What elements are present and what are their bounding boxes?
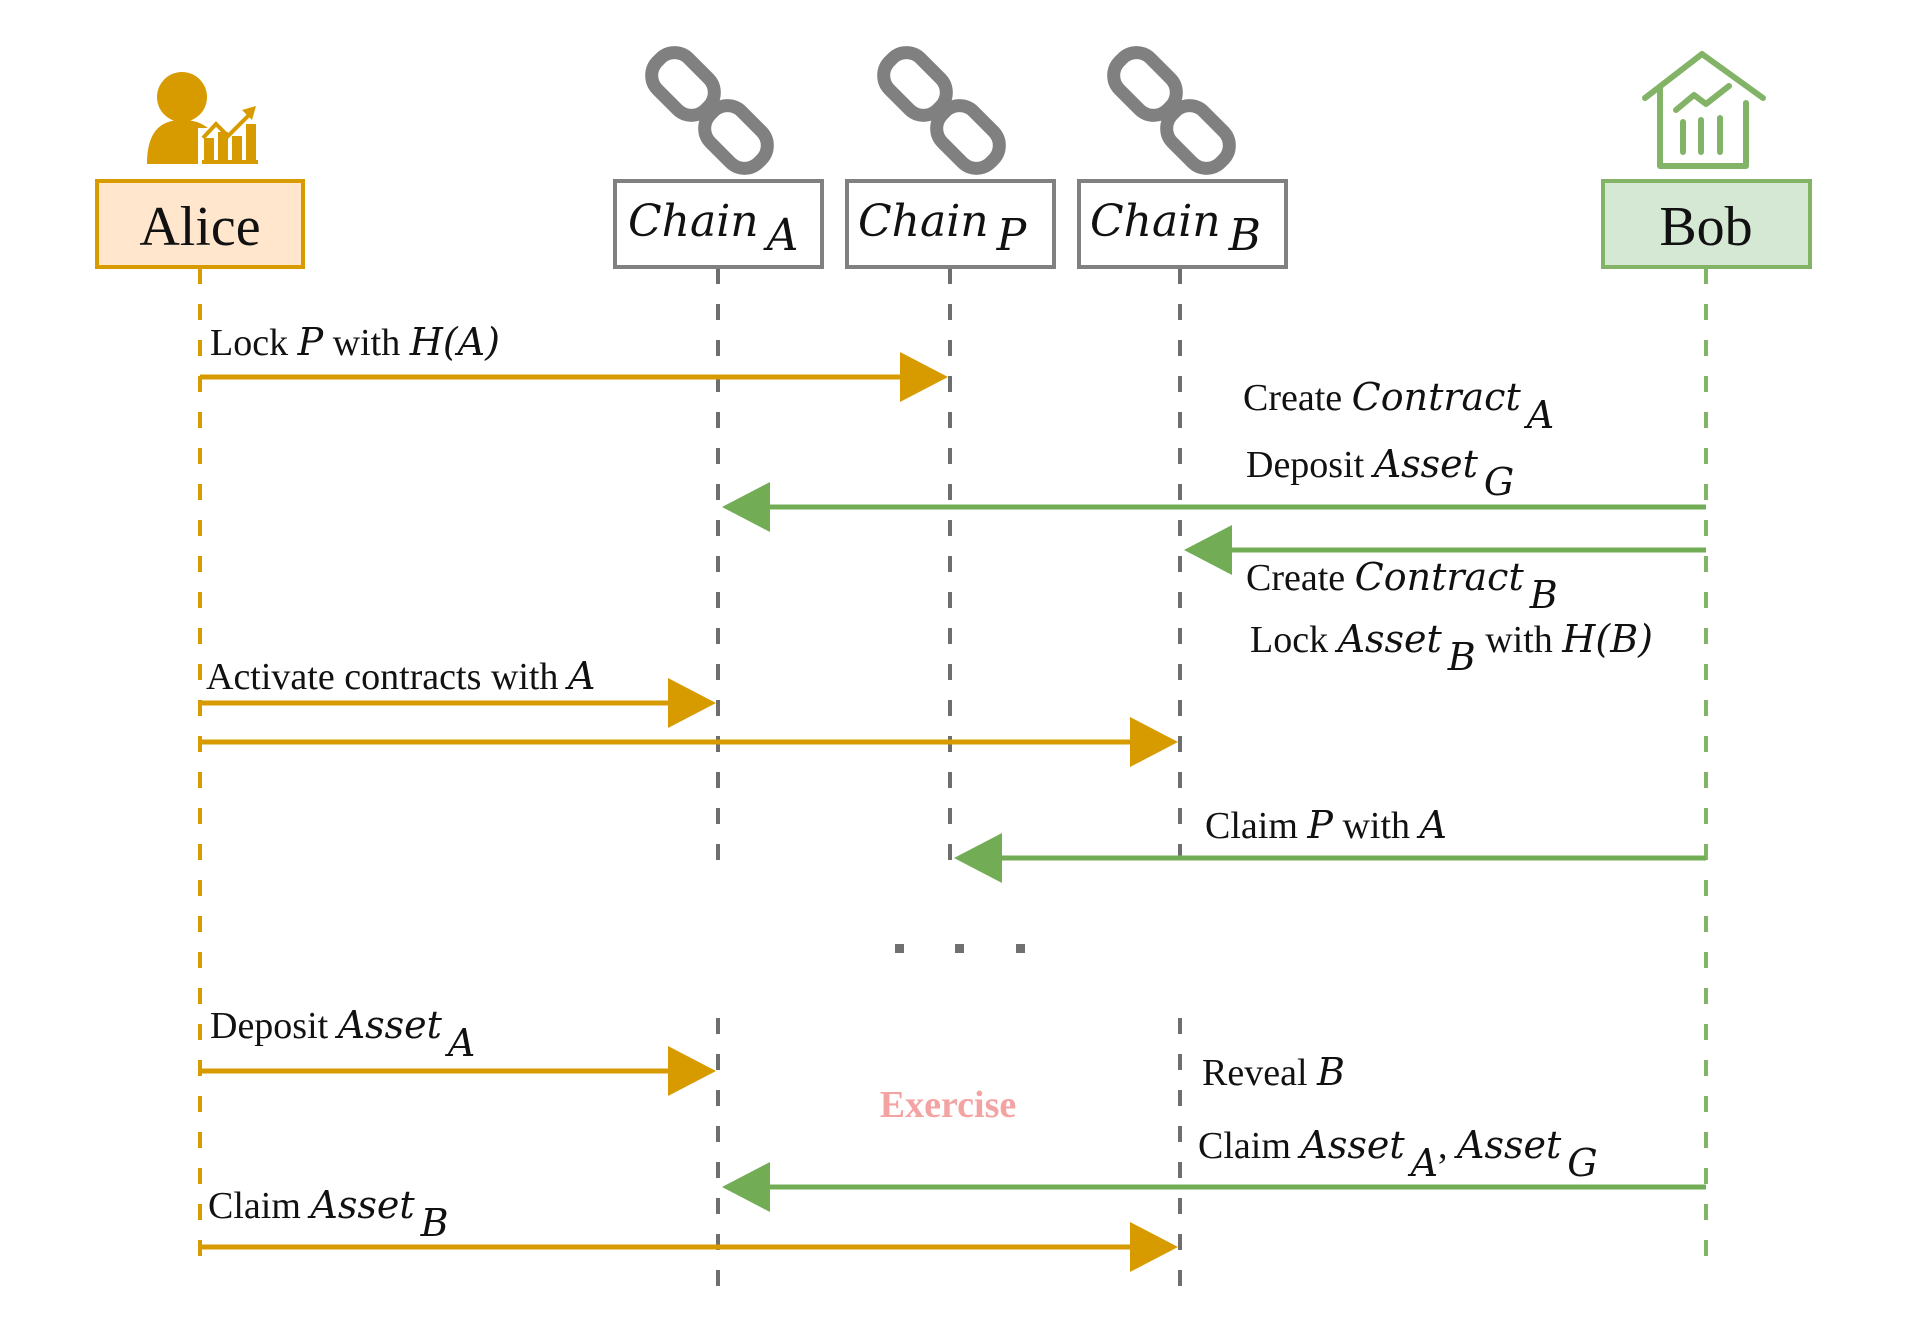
message-label: Claim P with A <box>1205 803 1447 847</box>
arrowhead <box>722 482 770 532</box>
message-label: Activate contracts with A <box>206 654 595 698</box>
message-label: Claim Asset B <box>208 1183 449 1245</box>
arrowhead <box>668 678 716 728</box>
arrowhead <box>954 833 1002 883</box>
message-label: Claim Asset A, Asset G <box>1198 1123 1598 1185</box>
arrowhead <box>722 1162 770 1212</box>
chain-link-icon <box>645 46 774 175</box>
message-label: Deposit Asset A <box>210 1003 475 1065</box>
participant-chain-b[interactable]: Chain B <box>1077 179 1288 269</box>
message-arrow-bob-to-chainA <box>722 482 1706 532</box>
arrowhead <box>900 352 948 402</box>
message-label: Reveal B <box>1202 1050 1345 1094</box>
chain-link-icon <box>1107 46 1236 175</box>
arrowhead <box>1130 717 1178 767</box>
message-label: Lock Asset B with H(B) <box>1250 617 1653 679</box>
ellipsis-dot <box>955 944 964 953</box>
arrowhead <box>1130 1222 1178 1272</box>
message-label: Create Contract A <box>1243 375 1554 437</box>
participant-label: Bob <box>1659 196 1752 258</box>
message-arrow-alice-to-chainB <box>200 717 1178 767</box>
arrowhead <box>1184 525 1232 575</box>
bank-building-icon <box>1642 51 1766 169</box>
ellipsis-continuation <box>895 944 1025 953</box>
participant-bob[interactable]: Bob <box>1601 179 1812 269</box>
message-label: Deposit Asset G <box>1246 442 1514 504</box>
participant-chain-a[interactable]: Chain A <box>613 179 824 269</box>
message-arrow-bob-to-chainA <box>722 1162 1706 1212</box>
investor-person-icon <box>147 72 258 168</box>
phase-label-exercise: Exercise <box>880 1084 1016 1126</box>
sequence-diagram: Alice Chain A Chain P Chain B Bob Lock P wi… <box>95 46 1812 1292</box>
chain-link-icon <box>877 46 1006 175</box>
participant-chain-p[interactable]: Chain P <box>845 179 1056 269</box>
participant-alice[interactable]: Alice <box>95 179 305 269</box>
arrowhead <box>668 1046 716 1096</box>
ellipsis-dot <box>895 944 904 953</box>
message-label: Lock P with H(A) <box>210 320 500 364</box>
message-label: Create Contract B <box>1246 555 1558 617</box>
participant-label: Alice <box>139 196 260 258</box>
message-arrow-alice-to-chainB <box>200 1222 1178 1272</box>
ellipsis-dot <box>1016 944 1025 953</box>
